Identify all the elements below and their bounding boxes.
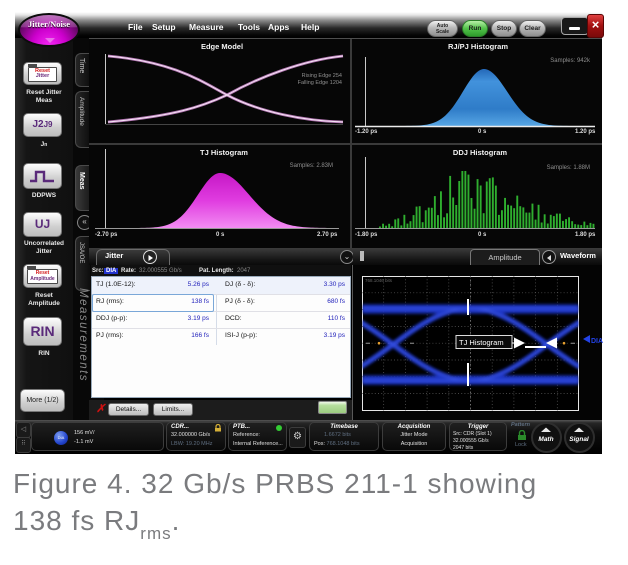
svg-text:TJ Histogram: TJ Histogram — [459, 338, 504, 347]
svg-text:DIA: DIA — [591, 338, 603, 345]
svg-text:768.1046 bits: 768.1046 bits — [365, 278, 393, 283]
